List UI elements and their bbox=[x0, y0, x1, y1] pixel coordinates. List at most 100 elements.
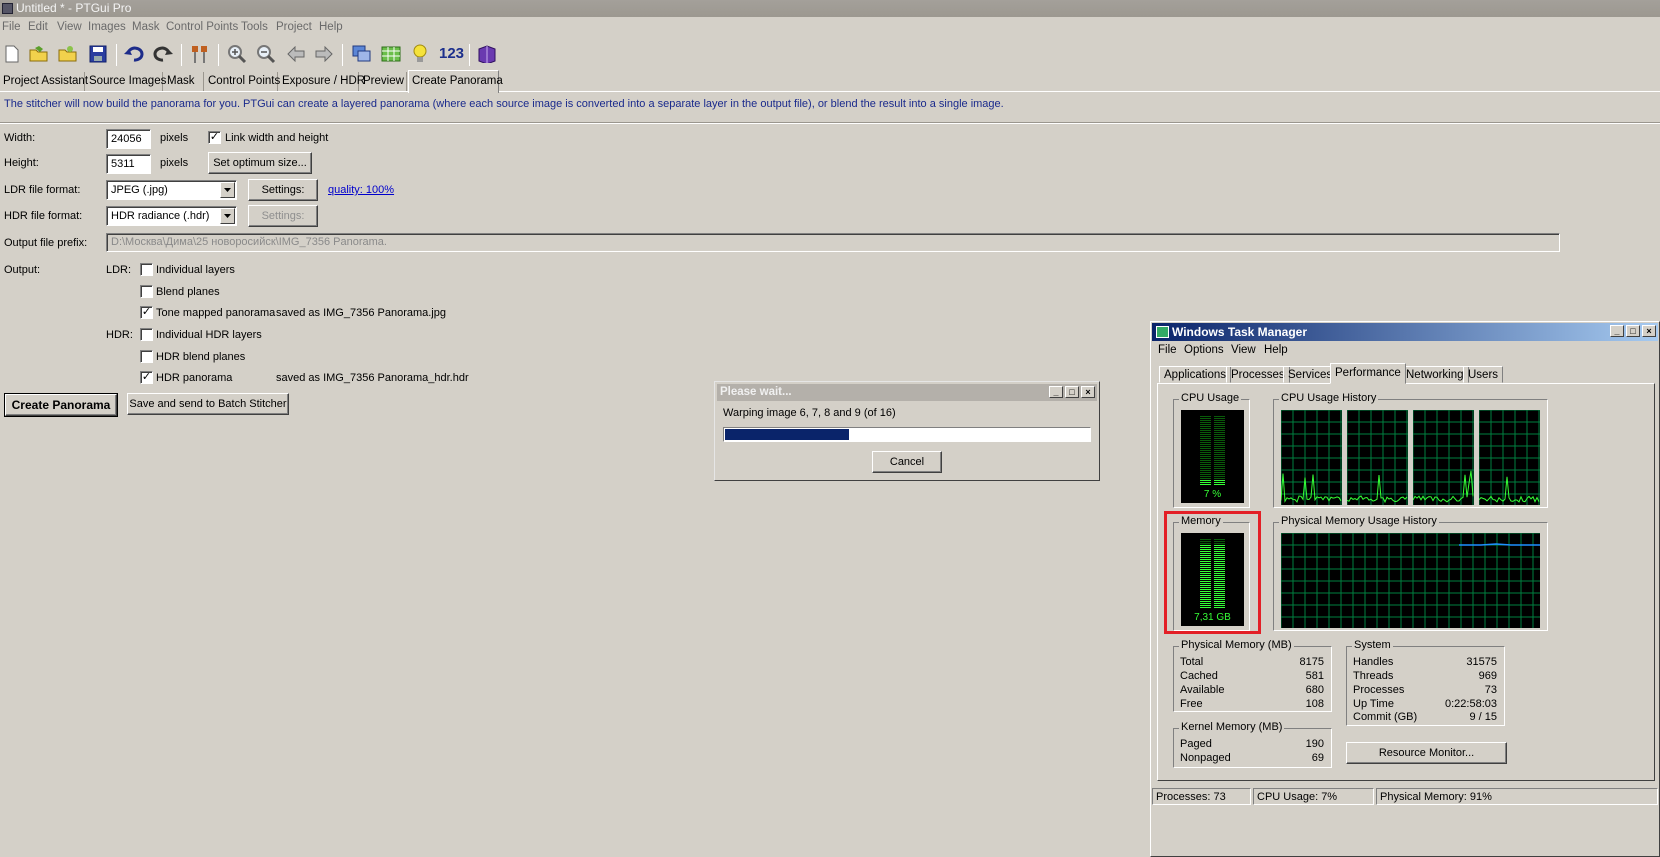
tone-mapped-panorama-checkbox[interactable]: ✓ bbox=[140, 306, 153, 319]
open-project-icon[interactable] bbox=[27, 42, 51, 66]
physical-memory-group: Physical Memory (MB) Total 8175 Cached 5… bbox=[1173, 639, 1332, 712]
pm-cached-label: Cached bbox=[1180, 670, 1218, 682]
menu-tools[interactable]: Tools bbox=[241, 21, 268, 33]
tone-mapped-panorama-label: Tone mapped panorama bbox=[156, 307, 276, 319]
zoom-in-icon[interactable] bbox=[225, 42, 249, 66]
hdr-panorama-checkbox[interactable]: ✓ bbox=[140, 371, 153, 384]
ldr-format-select[interactable]: JPEG (.jpg) bbox=[106, 180, 237, 200]
hdr-format-select[interactable]: HDR radiance (.hdr) bbox=[106, 206, 237, 226]
link-width-height-label: Link width and height bbox=[225, 132, 329, 144]
tm-tab-users[interactable]: Users bbox=[1463, 366, 1504, 383]
cpu-history-line bbox=[1478, 476, 1540, 503]
individual-hdr-layers-checkbox[interactable] bbox=[140, 328, 153, 341]
blend-planes-checkbox[interactable] bbox=[140, 285, 153, 298]
divider bbox=[0, 122, 1660, 124]
width-input[interactable]: 24056 bbox=[106, 129, 151, 149]
quality-link[interactable]: quality: 100% bbox=[328, 184, 394, 196]
menu-view[interactable]: View bbox=[57, 21, 82, 33]
tm-tab-performance[interactable]: Performance bbox=[1330, 363, 1406, 384]
batch-stitcher-button[interactable]: Save and send to Batch Stitcher bbox=[127, 393, 289, 415]
maximize-icon[interactable]: □ bbox=[1065, 386, 1079, 398]
performance-panel: CPU Usage 7 % CPU Usage History Memory 7… bbox=[1157, 383, 1655, 781]
zoom-out-icon[interactable] bbox=[254, 42, 278, 66]
tab-mask[interactable]: Mask bbox=[164, 72, 204, 92]
next-icon[interactable] bbox=[312, 42, 336, 66]
tab-create-panorama[interactable]: Create Panorama bbox=[408, 70, 503, 93]
minimize-icon[interactable]: _ bbox=[1610, 325, 1624, 337]
meter-segment bbox=[1200, 422, 1211, 423]
tab-control-points[interactable]: Control Points bbox=[205, 72, 280, 92]
new-project-icon[interactable] bbox=[0, 42, 24, 66]
tab-exposure-hdr[interactable]: Exposure / HDR bbox=[279, 72, 365, 92]
ldr-format-label: LDR file format: bbox=[4, 184, 81, 196]
output-prefix-input[interactable]: D:\Москва\Дима\25 новоросийск\IMG_7356 P… bbox=[106, 233, 1560, 252]
create-panorama-button[interactable]: Create Panorama bbox=[4, 393, 118, 417]
meter-segment bbox=[1200, 434, 1211, 435]
save-icon[interactable] bbox=[86, 42, 110, 66]
menu-control-points[interactable]: Control Points bbox=[166, 21, 238, 33]
menu-file[interactable]: File bbox=[2, 21, 21, 33]
tab-preview[interactable]: Preview bbox=[360, 72, 407, 92]
sys-processes-label: Processes bbox=[1353, 684, 1405, 696]
panorama-editor-icon[interactable] bbox=[350, 42, 374, 66]
hdr-settings-button[interactable]: Settings: bbox=[248, 205, 318, 227]
meter-segment bbox=[1200, 430, 1211, 431]
meter-segment bbox=[1214, 418, 1225, 419]
status-processes: Processes: 73 bbox=[1152, 788, 1251, 805]
hdr-blend-planes-checkbox[interactable] bbox=[140, 350, 153, 363]
ldr-settings-button[interactable]: Settings: bbox=[248, 179, 318, 201]
align-tools-icon[interactable] bbox=[188, 42, 212, 66]
tm-menu-help[interactable]: Help bbox=[1264, 344, 1288, 356]
meter-segment bbox=[1200, 472, 1211, 473]
minimize-icon[interactable]: _ bbox=[1049, 386, 1063, 398]
close-icon[interactable]: × bbox=[1081, 386, 1095, 398]
tm-menu-file[interactable]: File bbox=[1158, 344, 1177, 356]
maximize-icon[interactable]: □ bbox=[1626, 325, 1640, 337]
menu-help[interactable]: Help bbox=[319, 21, 343, 33]
menu-project[interactable]: Project bbox=[276, 21, 312, 33]
pm-total-value: 8175 bbox=[1299, 656, 1324, 668]
menu-mask[interactable]: Mask bbox=[132, 21, 159, 33]
chevron-down-icon[interactable] bbox=[220, 208, 235, 224]
km-nonpaged-value: 69 bbox=[1311, 752, 1324, 764]
redo-icon[interactable] bbox=[151, 42, 175, 66]
ldr-format-value: JPEG (.jpg) bbox=[111, 184, 168, 196]
tm-tab-networking[interactable]: Networking bbox=[1401, 366, 1469, 383]
meter-segment bbox=[1200, 470, 1211, 471]
undo-icon[interactable] bbox=[122, 42, 146, 66]
task-manager-window: Windows Task Manager _ □ × File Options … bbox=[1150, 321, 1660, 857]
tab-project-assistant[interactable]: Project Assistant bbox=[0, 72, 88, 92]
chevron-down-icon[interactable] bbox=[220, 182, 235, 198]
cancel-button[interactable]: Cancel bbox=[872, 451, 942, 473]
help-book-icon[interactable] bbox=[475, 42, 499, 66]
please-wait-dialog: Please wait... _ □ × Warping image 6, 7,… bbox=[714, 381, 1100, 481]
pm-available-value: 680 bbox=[1305, 684, 1324, 696]
height-label: Height: bbox=[4, 157, 39, 169]
meter-segment bbox=[1214, 434, 1225, 435]
tips-icon[interactable] bbox=[408, 42, 432, 66]
tm-menu-options[interactable]: Options bbox=[1184, 344, 1224, 356]
meter-segment bbox=[1200, 458, 1211, 459]
tm-tab-processes[interactable]: Processes bbox=[1226, 366, 1290, 383]
meter-segment bbox=[1200, 420, 1211, 421]
tm-tab-applications[interactable]: Applications bbox=[1159, 366, 1232, 383]
set-optimum-size-button[interactable]: Set optimum size... bbox=[208, 152, 312, 174]
individual-layers-checkbox[interactable] bbox=[140, 263, 153, 276]
menu-edit[interactable]: Edit bbox=[28, 21, 48, 33]
numbers-icon[interactable]: 123 bbox=[439, 45, 464, 62]
tm-tab-services[interactable]: Services bbox=[1283, 366, 1338, 383]
open-recent-icon[interactable] bbox=[56, 42, 80, 66]
tab-source-images[interactable]: Source Images bbox=[86, 72, 166, 92]
tm-menu-view[interactable]: View bbox=[1231, 344, 1256, 356]
height-input[interactable]: 5311 bbox=[106, 154, 151, 174]
meter-segment bbox=[1214, 462, 1225, 463]
link-width-height-checkbox[interactable]: ✓ bbox=[208, 131, 221, 144]
table-icon[interactable] bbox=[379, 42, 403, 66]
sys-threads-value: 969 bbox=[1478, 670, 1497, 682]
close-icon[interactable]: × bbox=[1642, 325, 1656, 337]
menu-images[interactable]: Images bbox=[88, 21, 126, 33]
resource-monitor-button[interactable]: Resource Monitor... bbox=[1346, 742, 1507, 764]
meter-segment bbox=[1214, 432, 1225, 433]
hdr-label: HDR: bbox=[106, 329, 133, 341]
previous-icon[interactable] bbox=[284, 42, 308, 66]
